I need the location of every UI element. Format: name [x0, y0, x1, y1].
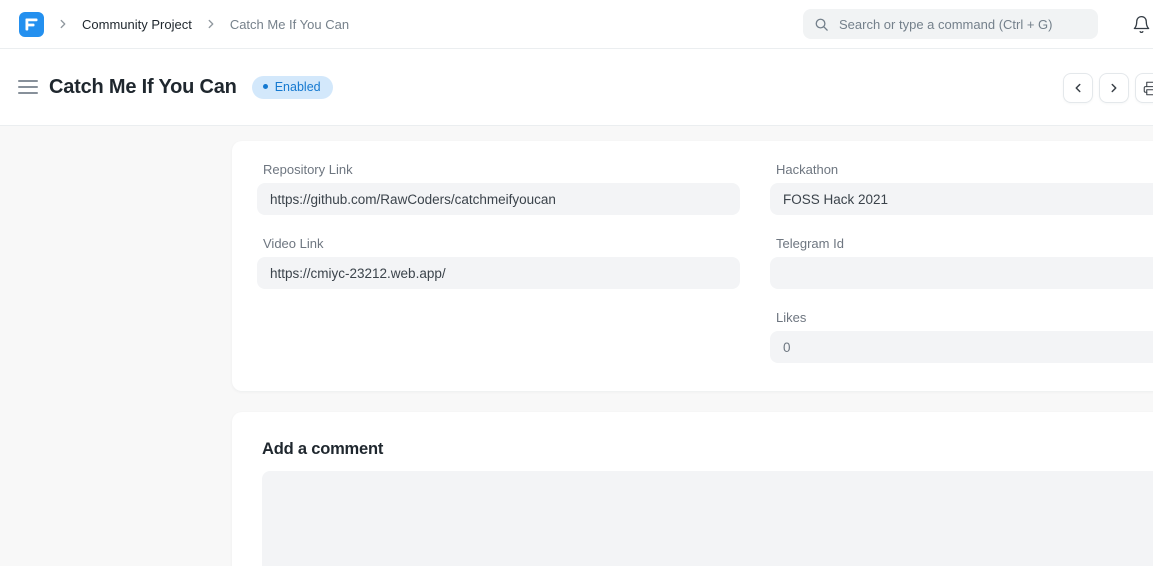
video-link-input[interactable]	[257, 257, 740, 289]
menu-icon[interactable]	[18, 80, 38, 94]
prev-document-button[interactable]	[1063, 73, 1093, 103]
comment-input[interactable]	[262, 471, 1153, 566]
page-title: Catch Me If You Can	[49, 76, 237, 99]
chevron-right-icon	[56, 17, 70, 31]
field-likes: Likes	[770, 310, 1153, 363]
field-repository-link: Repository Link	[257, 162, 740, 215]
telegram-id-input[interactable]	[770, 257, 1153, 289]
comment-section-card: Add a comment	[232, 412, 1153, 566]
search-input[interactable]	[837, 16, 1087, 33]
field-telegram-id: Telegram Id	[770, 236, 1153, 289]
bell-icon[interactable]	[1131, 14, 1151, 34]
field-label: Hackathon	[776, 162, 1153, 178]
next-document-button[interactable]	[1099, 73, 1129, 103]
form-column-right: Hackathon Telegram Id Likes	[770, 162, 1153, 391]
field-video-link: Video Link	[257, 236, 740, 289]
navbar-right	[803, 9, 1151, 39]
field-hackathon: Hackathon	[770, 162, 1153, 215]
status-label: Enabled	[275, 80, 321, 94]
field-label: Repository Link	[263, 162, 740, 178]
breadcrumb: Community Project Catch Me If You Can	[19, 12, 349, 37]
form-section-card: Repository Link Video Link Hackathon Tel…	[232, 141, 1153, 391]
navbar: Community Project Catch Me If You Can	[0, 0, 1153, 49]
page-actions	[1063, 73, 1153, 103]
chevron-right-icon	[1107, 81, 1121, 95]
likes-input[interactable]	[770, 331, 1153, 363]
field-label: Telegram Id	[776, 236, 1153, 252]
status-badge: Enabled	[252, 76, 333, 99]
frappe-f-glyph	[24, 17, 39, 32]
breadcrumb-item-current: Catch Me If You Can	[230, 17, 349, 32]
form-column-left: Repository Link Video Link	[257, 162, 740, 391]
chevron-left-icon	[1071, 81, 1085, 95]
page-body: Repository Link Video Link Hackathon Tel…	[0, 126, 1153, 566]
hackathon-input[interactable]	[770, 183, 1153, 215]
chevron-right-icon	[204, 17, 218, 31]
print-button[interactable]	[1135, 73, 1153, 103]
add-comment-heading: Add a comment	[262, 440, 1153, 459]
page-head: Catch Me If You Can Enabled	[0, 49, 1153, 126]
frappe-logo-icon[interactable]	[19, 12, 44, 37]
global-search[interactable]	[803, 9, 1098, 39]
field-label: Video Link	[263, 236, 740, 252]
repository-link-input[interactable]	[257, 183, 740, 215]
field-label: Likes	[776, 310, 1153, 326]
status-dot-icon	[263, 84, 268, 89]
breadcrumb-item-community-project[interactable]: Community Project	[82, 17, 192, 32]
search-icon	[814, 17, 829, 32]
printer-icon	[1143, 81, 1153, 96]
